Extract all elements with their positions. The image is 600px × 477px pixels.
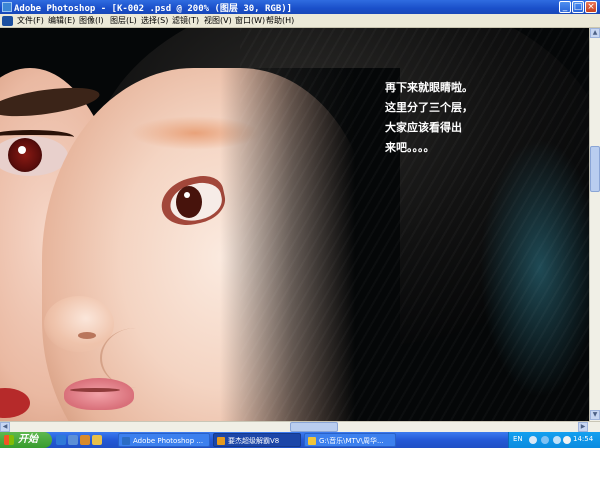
folder-task-icon [308, 437, 316, 445]
menu-bar: 文件(F) 编辑(E) 图像(I) 图层(L) 选择(S) 滤镜(T) 视图(V… [0, 14, 600, 28]
taskbar-item-label: G:\音乐\MTV\周华... [319, 437, 384, 445]
start-label: 开始 [18, 434, 38, 445]
note-line-3: 大家应该看得出 [385, 121, 462, 134]
tray-help-icon[interactable] [529, 436, 537, 444]
player-task-icon [217, 437, 225, 445]
minimize-button[interactable]: _ [559, 1, 571, 13]
canvas-note: 再下来就眼睛啦。 这里分了三个层， 大家应该看得出 来吧。。。。 [385, 78, 485, 158]
menu-image[interactable]: 图像(I) [79, 15, 104, 26]
windows-flag-icon [4, 435, 14, 445]
taskbar-item-photoshop[interactable]: Adobe Photoshop ... [118, 433, 210, 447]
note-line-2: 这里分了三个层， [385, 101, 473, 114]
taskbar-item-folder[interactable]: G:\音乐\MTV\周华... [304, 433, 396, 447]
close-button[interactable]: × [585, 1, 597, 13]
language-indicator[interactable]: EN [513, 435, 523, 443]
menu-window[interactable]: 窗口(W) [235, 15, 265, 26]
start-button[interactable]: 开始 [0, 432, 52, 448]
eye-iris [176, 186, 202, 218]
menu-filter[interactable]: 滤镜(T) [172, 15, 199, 26]
photoshop-logo-icon[interactable] [2, 16, 13, 26]
left-eye-highlight [18, 146, 26, 154]
vertical-scrollbar[interactable]: ▲ ▼ [589, 28, 600, 421]
document-canvas[interactable]: 再下来就眼睛啦。 这里分了三个层， 大家应该看得出 来吧。。。。 [0, 28, 589, 421]
menu-layer[interactable]: 图层(L) [110, 15, 137, 26]
menu-file[interactable]: 文件(F) [17, 15, 44, 26]
scroll-left-arrow-icon[interactable]: ◀ [0, 422, 10, 432]
menu-edit[interactable]: 编辑(E) [48, 15, 75, 26]
media-quicklaunch-icon[interactable] [80, 435, 90, 445]
taskbar-item-player[interactable]: 要杰超级解霸V8 [213, 433, 301, 447]
scroll-down-arrow-icon[interactable]: ▼ [590, 410, 600, 420]
horizontal-scrollbar[interactable]: ◀ ▶ [0, 421, 600, 432]
photoshop-app-icon[interactable] [2, 2, 12, 12]
menu-view[interactable]: 视图(V) [204, 15, 232, 26]
scroll-up-arrow-icon[interactable]: ▲ [590, 28, 600, 38]
clock[interactable]: 14:54 [573, 435, 593, 443]
ie-quicklaunch-icon[interactable] [56, 435, 66, 445]
lips [64, 378, 134, 410]
taskbar: 开始 Adobe Photoshop ... 要杰超级解霸V8 G:\音乐\MT… [0, 432, 600, 448]
scroll-right-arrow-icon[interactable]: ▶ [578, 422, 588, 432]
vertical-scroll-thumb[interactable] [590, 146, 600, 192]
desktop-quicklaunch-icon[interactable] [68, 435, 78, 445]
maximize-button[interactable]: □ [572, 1, 584, 13]
eye-highlight [184, 192, 190, 198]
note-line-1: 再下来就眼睛啦。 [385, 81, 473, 94]
system-tray: EN 14:54 [508, 432, 600, 448]
nostril [78, 332, 96, 339]
window-title: Adobe Photoshop - [K-002 .psd @ 200% (图层… [14, 4, 293, 14]
horizontal-scroll-thumb[interactable] [290, 422, 338, 432]
tray-volume-icon[interactable] [553, 436, 561, 444]
note-line-4: 来吧。。。。 [385, 141, 435, 154]
tray-network-icon[interactable] [541, 436, 549, 444]
photoshop-task-icon [122, 437, 130, 445]
left-eyelid [0, 130, 74, 144]
taskbar-item-label: 要杰超级解霸V8 [228, 437, 280, 445]
title-bar: Adobe Photoshop - [K-002 .psd @ 200% (图层… [0, 0, 600, 14]
lip-line [70, 388, 120, 392]
menu-select[interactable]: 选择(S) [141, 15, 168, 26]
folder-quicklaunch-icon[interactable] [92, 435, 102, 445]
taskbar-item-label: Adobe Photoshop ... [133, 437, 204, 445]
menu-help[interactable]: 帮助(H) [266, 15, 294, 26]
tray-app-icon[interactable] [563, 436, 571, 444]
